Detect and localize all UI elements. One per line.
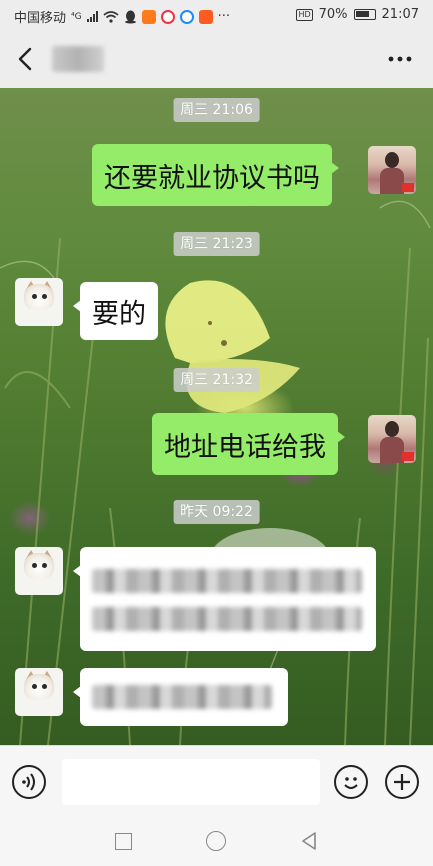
voice-icon[interactable]	[12, 765, 46, 799]
network-label: ⁴G	[71, 11, 82, 22]
timestamp-label: 周三 21:23	[173, 232, 260, 256]
timestamp-label: 周三 21:32	[173, 368, 260, 392]
message-bubble-outgoing[interactable]: 还要就业协议书吗	[92, 144, 339, 206]
redacted-text	[92, 569, 362, 593]
message-text: 要的	[92, 298, 146, 330]
timestamp-label: 昨天 09:22	[173, 500, 260, 524]
carrier-label: 中国移动	[14, 11, 67, 26]
signal-icon	[86, 11, 98, 22]
message-bubble-outgoing[interactable]: 地址电话给我	[152, 413, 345, 475]
chat-background[interactable]: 周三 21:06 还要就业协议书吗 周三 21:23 要的 周三 21:32 地…	[0, 88, 433, 745]
redacted-text	[92, 607, 362, 631]
chat-header	[0, 30, 433, 88]
message-bubble-incoming-redacted[interactable]	[73, 547, 376, 651]
message-text: 还要就业协议书吗	[104, 162, 320, 194]
message-input[interactable]	[62, 759, 320, 805]
contact-avatar[interactable]	[15, 278, 63, 326]
battery-icon	[353, 9, 376, 20]
back-triangle-icon[interactable]	[300, 831, 318, 851]
contact-avatar[interactable]	[15, 547, 63, 595]
plus-icon[interactable]	[385, 765, 419, 799]
status-bar: 中国移动 ⁴G ··· HD 70% 21:07	[0, 0, 433, 30]
clock: 21:07	[381, 7, 419, 22]
video-app-icon	[141, 9, 156, 24]
news-app-icon	[198, 9, 213, 24]
camera-app-icon	[160, 9, 175, 24]
timestamp-label: 周三 21:06	[173, 98, 260, 122]
chevron-left-icon[interactable]	[14, 46, 38, 72]
redacted-text	[92, 685, 272, 709]
hd-badge: HD	[296, 8, 313, 21]
browser-app-icon	[179, 9, 194, 24]
ellipsis-icon[interactable]	[385, 50, 415, 68]
home-icon[interactable]	[206, 831, 226, 851]
emoji-icon[interactable]	[334, 765, 368, 799]
message-bubble-incoming[interactable]: 要的	[73, 282, 158, 340]
recents-icon[interactable]	[115, 833, 132, 850]
input-bar	[0, 745, 433, 817]
contact-avatar[interactable]	[15, 668, 63, 716]
contact-name-redacted[interactable]	[52, 46, 104, 72]
self-avatar[interactable]	[368, 146, 416, 194]
self-avatar[interactable]	[368, 415, 416, 463]
more-notifications-icon: ···	[217, 9, 231, 24]
message-text: 地址电话给我	[164, 431, 326, 463]
battery-percent: 70%	[318, 7, 348, 22]
system-nav-bar	[0, 817, 433, 866]
qq-icon	[124, 10, 136, 23]
message-bubble-incoming-redacted[interactable]	[73, 668, 288, 726]
wifi-icon	[103, 10, 119, 23]
